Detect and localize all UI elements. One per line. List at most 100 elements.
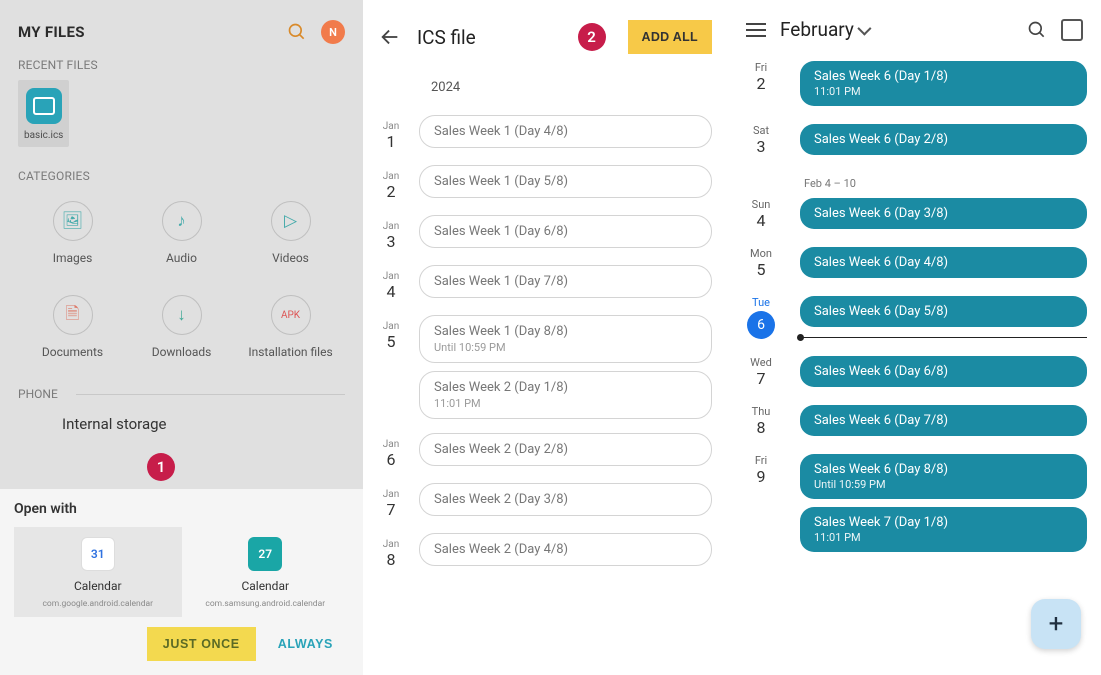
ics-import-panel: ICS file 2 ADD ALL 2024 Jan1 Sales Week 1… [363, 0, 728, 675]
schedule-day-row: Fri9Sales Week 6 (Day 8/8)Until 10:59 PM… [728, 448, 1087, 564]
schedule-day-row: Sun4Sales Week 6 (Day 3/8) [728, 192, 1087, 241]
annotation-1: 1 [147, 453, 175, 481]
calendar-file-icon [26, 88, 62, 124]
calendar-app-icon: 27 [248, 537, 282, 571]
category-item[interactable]: APK Installation files [236, 295, 345, 359]
category-item[interactable]: 🗎 Documents [18, 295, 127, 359]
calendar-event[interactable]: Sales Week 6 (Day 5/8) [800, 296, 1087, 327]
category-label: Downloads [152, 345, 212, 359]
calendar-schedule-panel: February Fri2Sales Week 6 (Day 1/8)11:01… [728, 0, 1101, 675]
recent-file[interactable]: basic.ics [18, 80, 69, 147]
calendar-event[interactable]: Sales Week 6 (Day 2/8) [800, 124, 1087, 155]
open-with-title: Open with [14, 501, 349, 517]
category-icon: 🖼 [53, 201, 93, 241]
annotation-2: 2 [578, 23, 606, 51]
ics-date: Jan5 [373, 315, 409, 351]
app-name: Calendar [241, 579, 289, 593]
my-files-panel: MY FILES N RECENT FILES basic.ics CATEGO… [0, 0, 363, 675]
today-icon[interactable] [1061, 19, 1083, 41]
calendar-app-icon: 31 [81, 537, 115, 571]
ics-event[interactable]: Sales Week 1 (Day 6/8) [419, 215, 712, 248]
calendar-event[interactable]: Sales Week 6 (Day 4/8) [800, 247, 1087, 278]
my-files-title: MY FILES [18, 23, 85, 41]
search-icon[interactable] [287, 22, 307, 42]
ics-date: Jan7 [373, 483, 409, 519]
ics-event[interactable]: Sales Week 2 (Day 1/8)11:01 PM [419, 371, 712, 419]
ics-day-row: Jan2 Sales Week 1 (Day 5/8) [373, 165, 712, 201]
chevron-down-icon [857, 21, 871, 35]
ics-event[interactable]: Sales Week 1 (Day 4/8) [419, 115, 712, 148]
category-icon: ▷ [271, 201, 311, 241]
calendar-event[interactable]: Sales Week 6 (Day 3/8) [800, 198, 1087, 229]
schedule-date: Mon5 [728, 241, 794, 279]
ics-year-label: 2024 [363, 62, 728, 101]
schedule-day-row: Thu8Sales Week 6 (Day 7/8) [728, 399, 1087, 448]
category-label: Images [53, 251, 93, 265]
ics-day-row: Jan7 Sales Week 2 (Day 3/8) [373, 483, 712, 519]
schedule-date: Sun4 [728, 192, 794, 230]
ics-date: Jan2 [373, 165, 409, 201]
schedule-date: Fri2 [728, 55, 794, 93]
app-package: com.google.android.calendar [42, 599, 153, 609]
category-icon: 🗎 [53, 295, 93, 335]
internal-storage[interactable]: Internal storage [18, 401, 345, 441]
app-name: Calendar [74, 579, 122, 593]
week-range-label: Feb 4 – 10 [728, 167, 1087, 192]
ics-day-row: Jan1 Sales Week 1 (Day 4/8) [373, 115, 712, 151]
category-label: Audio [166, 251, 197, 265]
month-label: February [780, 18, 854, 41]
ics-event[interactable]: Sales Week 2 (Day 3/8) [419, 483, 712, 516]
ics-event[interactable]: Sales Week 1 (Day 5/8) [419, 165, 712, 198]
categories-label: CATEGORIES [18, 169, 345, 183]
ics-file-title: ICS file [417, 26, 562, 49]
open-with-sheet: Open with 31 Calendar com.google.android.c… [0, 489, 363, 675]
ics-day-row: Jan8Sales Week 2 (Day 4/8) [373, 533, 712, 569]
ics-day-row: Jan4 Sales Week 1 (Day 7/8) [373, 265, 712, 301]
category-label: Installation files [248, 345, 332, 359]
ics-date: Jan1 [373, 115, 409, 151]
category-item[interactable]: ↓ Downloads [127, 295, 236, 359]
category-icon: ↓ [162, 295, 202, 335]
schedule-date: Wed7 [728, 350, 794, 388]
add-event-fab[interactable]: + [1031, 599, 1081, 649]
ics-date: Jan4 [373, 265, 409, 301]
schedule-day-row: Wed7Sales Week 6 (Day 6/8) [728, 350, 1087, 399]
open-with-app[interactable]: 31 Calendar com.google.android.calendar [14, 527, 182, 617]
ics-day-row: Jan5 Sales Week 1 (Day 8/8)Until 10:59 PM… [373, 315, 712, 419]
category-item[interactable]: 🖼 Images [18, 201, 127, 265]
category-label: Videos [272, 251, 309, 265]
ics-event[interactable]: Sales Week 2 (Day 4/8) [419, 533, 712, 566]
calendar-event[interactable]: Sales Week 7 (Day 1/8)11:01 PM [800, 507, 1087, 552]
category-icon: APK [271, 295, 311, 335]
search-icon[interactable] [1027, 20, 1047, 40]
ics-event[interactable]: Sales Week 1 (Day 8/8)Until 10:59 PM [419, 315, 712, 363]
add-all-button[interactable]: ADD ALL [628, 20, 713, 54]
recent-files-label: RECENT FILES [0, 58, 363, 80]
schedule-date: Sat3 [728, 118, 794, 156]
schedule-date: Thu8 [728, 399, 794, 437]
calendar-event[interactable]: Sales Week 6 (Day 8/8)Until 10:59 PM [800, 454, 1087, 499]
hamburger-menu-icon[interactable] [746, 23, 766, 37]
month-selector[interactable]: February [780, 18, 1013, 41]
always-button[interactable]: ALWAYS [262, 627, 349, 661]
ics-event[interactable]: Sales Week 1 (Day 7/8) [419, 265, 712, 298]
calendar-event[interactable]: Sales Week 6 (Day 1/8)11:01 PM [800, 61, 1087, 106]
ics-event[interactable]: Sales Week 2 (Day 2/8) [419, 433, 712, 466]
just-once-button[interactable]: JUST ONCE [147, 627, 256, 661]
calendar-event[interactable]: Sales Week 6 (Day 6/8) [800, 356, 1087, 387]
schedule-day-row: Fri2Sales Week 6 (Day 1/8)11:01 PM [728, 55, 1087, 118]
ics-day-row: Jan3 Sales Week 1 (Day 6/8) [373, 215, 712, 251]
schedule-date: Tue6 [728, 290, 794, 339]
calendar-event[interactable]: Sales Week 6 (Day 7/8) [800, 405, 1087, 436]
category-label: Documents [42, 345, 103, 359]
back-arrow-icon[interactable] [379, 26, 401, 48]
schedule-day-row: Mon5Sales Week 6 (Day 4/8) [728, 241, 1087, 290]
open-with-app[interactable]: 27Calendarcom.samsung.android.calendar [182, 527, 350, 617]
category-item[interactable]: ▷ Videos [236, 201, 345, 265]
ics-date: Jan6 [373, 433, 409, 469]
phone-section-label: PHONE [18, 387, 345, 401]
notification-badge[interactable]: N [321, 20, 345, 44]
current-time-indicator [800, 337, 1087, 338]
ics-date: Jan3 [373, 215, 409, 251]
category-item[interactable]: ♪Audio [127, 201, 236, 265]
